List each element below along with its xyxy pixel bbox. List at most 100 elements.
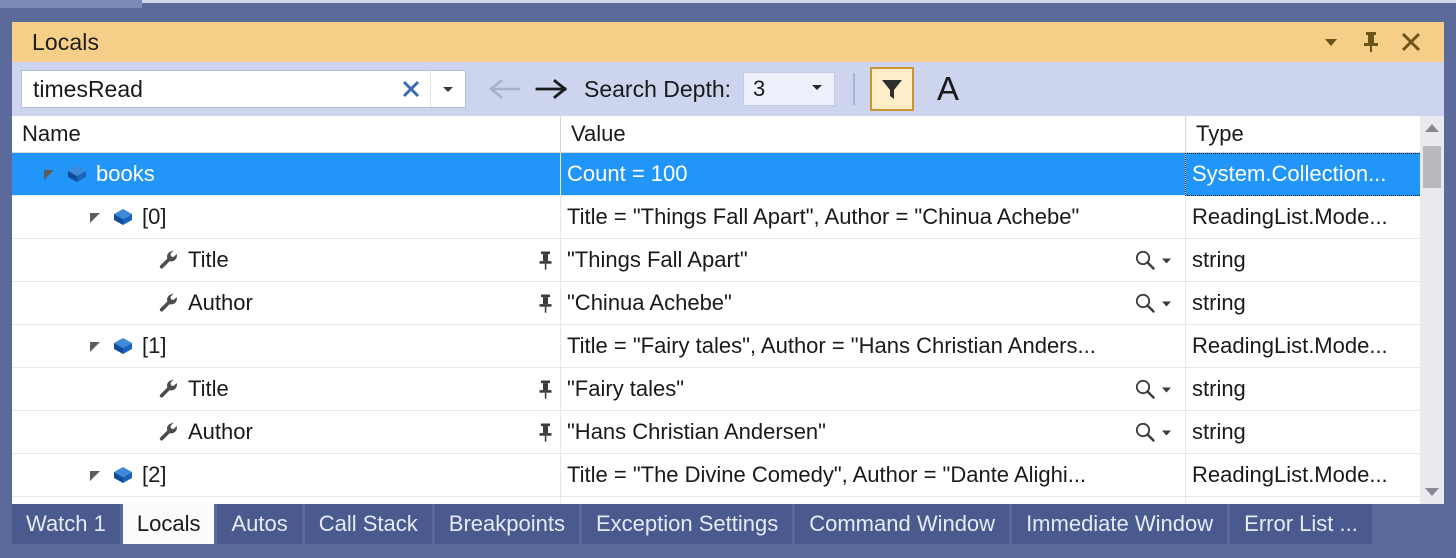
table-row[interactable]: Author "Chinua Achebe" string [12,281,1444,325]
tab-watch-1[interactable]: Watch 1 [12,504,120,544]
table-row[interactable]: Title "Things Fall Apart" string [12,238,1444,282]
row-type-label: string [1192,376,1246,401]
cell-value[interactable]: Count = 100 [560,152,1185,196]
visualizer-button[interactable] [1134,292,1177,314]
search-input[interactable]: timesRead [22,76,392,103]
cell-value[interactable]: "Fairy tales" [560,367,1185,411]
row-expander[interactable] [36,167,62,181]
wrench-icon [154,249,184,271]
pin-icon [539,423,551,442]
chevron-down-icon [1162,301,1171,306]
row-value-label: "Fairy tales" [567,376,685,401]
tab-exception-settings[interactable]: Exception Settings [581,504,793,544]
table-row[interactable]: Title "Fairy tales" string [12,367,1444,411]
cell-name: Author [12,282,560,325]
cell-name: Title [12,368,560,411]
pin-row-button[interactable] [530,294,560,313]
cell-name: [0] [12,196,560,239]
column-header-value[interactable]: Value [560,116,1185,152]
triangle-up-icon [1425,124,1439,132]
visualizer-button[interactable] [1134,421,1177,443]
vertical-scrollbar[interactable] [1420,116,1444,504]
cell-type: System.Collection... [1185,152,1422,196]
locals-toolbar: timesRead Search Depth: 3 A [12,62,1444,116]
variables-grid: Name Value Type books Count = 100 System.C… [12,116,1444,504]
cell-name: books [12,153,560,196]
cell-value[interactable]: "The Divine Comedy" [560,496,1185,504]
cell-value[interactable]: "Things Fall Apart" [560,238,1185,282]
row-expander[interactable] [82,339,108,353]
tab-autos[interactable]: Autos [217,504,302,544]
chevron-down-icon [1325,39,1337,46]
tab-label: Immediate Window [1026,511,1214,536]
debug-windows-tabstrip: Watch 1 Locals Autos Call Stack Breakpoints E… [12,504,1444,546]
pin-icon [539,294,551,313]
chevron-down-icon [1162,430,1171,435]
wrench-icon [159,379,177,398]
top-tab-strip [0,0,1456,22]
row-value-label: Count = 100 [567,161,688,186]
column-header-name[interactable]: Name [12,116,560,152]
cell-value[interactable]: "Chinua Achebe" [560,281,1185,325]
scroll-down-button[interactable] [1420,480,1444,504]
wrench-icon [159,422,177,441]
chevron-down-icon [809,79,825,100]
tab-immediate-window[interactable]: Immediate Window [1012,504,1228,544]
pin-window-button[interactable] [1354,26,1388,58]
row-type-label: string [1192,247,1246,272]
magnifier-icon [1135,422,1155,442]
row-name-label: Title [188,247,229,272]
tab-command-window[interactable]: Command Window [795,504,1010,544]
scroll-up-button[interactable] [1420,116,1444,140]
clear-search-button[interactable] [392,71,430,107]
triangle-down-icon [1425,488,1439,496]
window-titlebar: Locals [12,22,1444,62]
object-box-icon [68,166,86,182]
cell-type: ReadingList.Mode... [1185,453,1422,497]
window-dropdown-button[interactable] [1314,26,1348,58]
search-depth-label: Search Depth: [584,75,732,102]
row-expander[interactable] [82,468,108,482]
tab-error-list[interactable]: Error List ... [1230,504,1372,544]
wrench-icon [154,292,184,314]
pin-row-button[interactable] [530,251,560,270]
search-previous-button[interactable] [486,71,524,107]
cell-value[interactable]: Title = "Fairy tales", Author = "Hans Ch… [560,324,1185,368]
search-next-button[interactable] [532,71,570,107]
wrench-icon [154,421,184,443]
row-value-label: "Things Fall Apart" [567,247,748,272]
visualizer-button[interactable] [1134,378,1177,400]
table-row[interactable]: [1] Title = "Fairy tales", Author = "Hans… [12,324,1444,368]
filter-toggle-button[interactable] [870,67,915,111]
table-row[interactable]: Title"The Divine Comedy"string [12,496,1444,504]
page-title: Locals [32,28,100,55]
row-type-label: ReadingList.Mode... [1192,462,1388,487]
tab-label: Exception Settings [595,511,779,536]
cell-name: Title [12,239,560,282]
column-header-type[interactable]: Type [1185,116,1422,152]
table-row[interactable]: books Count = 100 System.Collection... [12,152,1444,196]
table-row[interactable]: [0] Title = "Things Fall Apart", Author =… [12,195,1444,239]
search-options-dropdown[interactable] [431,71,465,107]
tab-call-stack[interactable]: Call Stack [304,504,432,544]
row-value-label: "Hans Christian Andersen" [567,419,826,444]
pin-row-button[interactable] [530,423,560,442]
row-expander[interactable] [82,210,108,224]
visualizer-button[interactable] [1134,249,1177,271]
tab-breakpoints[interactable]: Breakpoints [434,504,579,544]
table-row[interactable]: [2] Title = "The Divine Comedy", Author =… [12,453,1444,497]
pin-icon [1364,32,1378,52]
row-name-label: books [96,161,155,186]
window-controls [1314,26,1444,58]
cell-value[interactable]: Title = "The Divine Comedy", Author = "D… [560,453,1185,497]
cell-value[interactable]: "Hans Christian Andersen" [560,410,1185,454]
object-box-icon [62,164,92,184]
toggle-raw-view-button[interactable]: A [928,68,968,110]
search-depth-select[interactable]: 3 [743,72,836,106]
tab-locals[interactable]: Locals [122,504,215,544]
pin-row-button[interactable] [530,380,560,399]
table-row[interactable]: Author "Hans Christian Andersen" string [12,410,1444,454]
scrollbar-thumb[interactable] [1423,146,1441,188]
close-window-button[interactable] [1394,26,1428,58]
cell-value[interactable]: Title = "Things Fall Apart", Author = "C… [560,195,1185,239]
